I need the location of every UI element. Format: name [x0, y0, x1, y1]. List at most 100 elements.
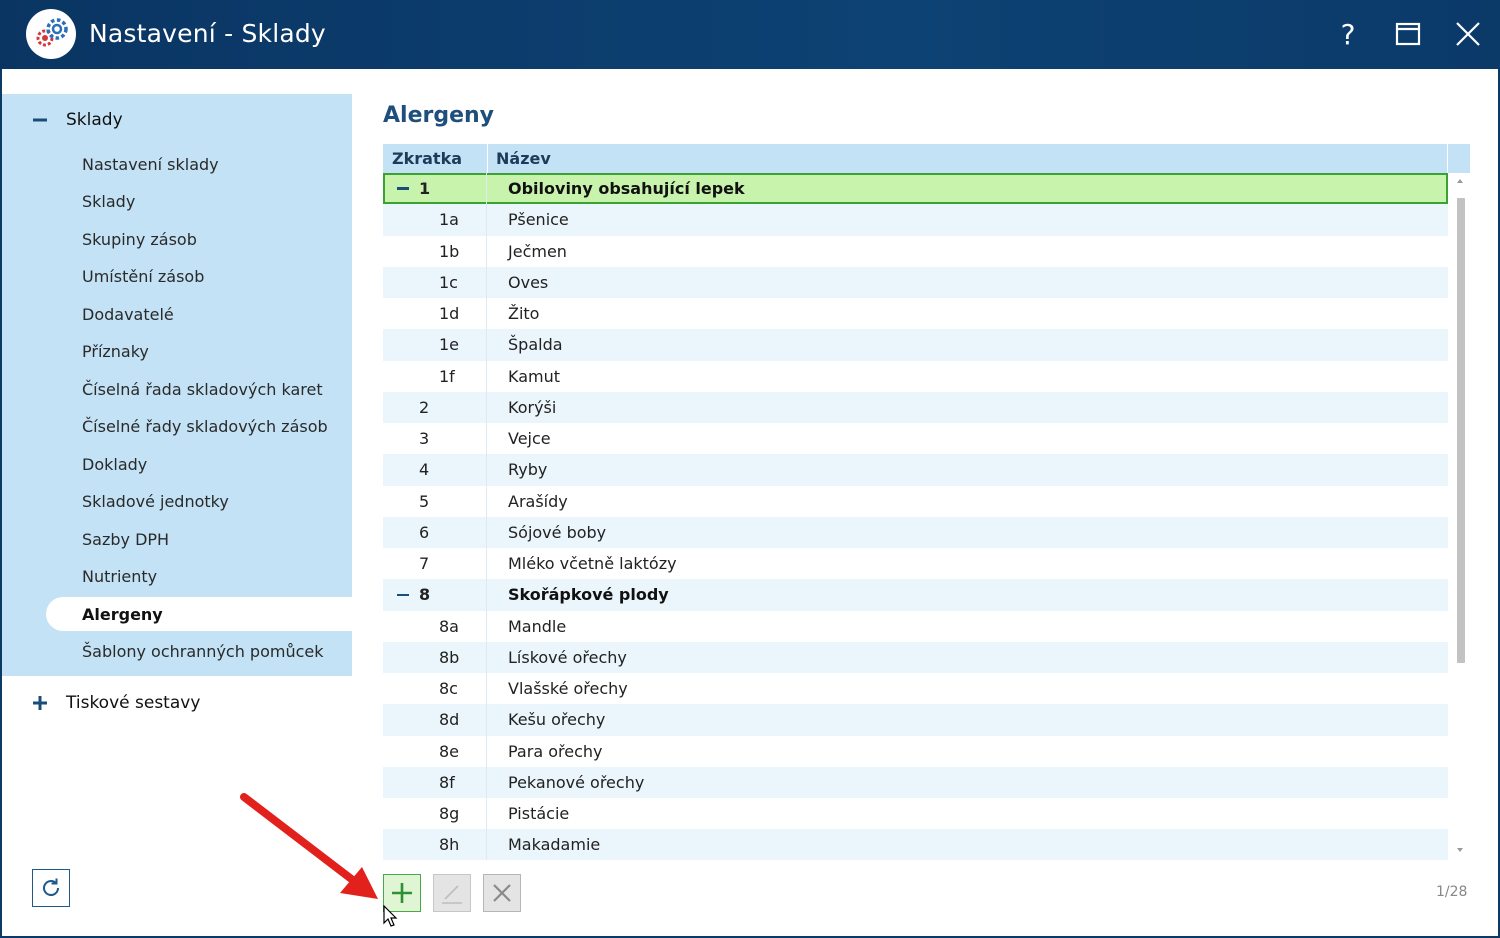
sidebar-item-sklady[interactable]: Sklady: [46, 185, 352, 219]
cell-code: 1: [383, 173, 487, 205]
record-counter: 1/28: [1436, 884, 1468, 900]
table-row[interactable]: 8a Mandle: [383, 610, 1448, 642]
sidebar-item-doklady[interactable]: Doklady: [46, 447, 352, 481]
cell-code-text: 1f: [439, 366, 455, 386]
cell-name: Lískové ořechy: [508, 647, 627, 667]
sidebar-item-nastaveni-sklady[interactable]: Nastavení sklady: [46, 147, 352, 181]
tree-node-sklady[interactable]: Sklady: [2, 100, 352, 140]
column-header-code[interactable]: Zkratka: [392, 144, 487, 173]
cell-code-text: 8c: [439, 679, 458, 699]
cell-code-text: 1a: [439, 210, 459, 230]
cell-code-text: 1: [419, 179, 431, 199]
cell-code: 8c: [383, 673, 487, 705]
cell-name: Mandle: [508, 616, 567, 636]
table-row[interactable]: 6 Sójové boby: [383, 516, 1448, 548]
cell-code-text: 8: [419, 585, 431, 605]
cell-code-text: 8b: [439, 647, 460, 667]
x-icon: [493, 884, 511, 902]
table-row[interactable]: 8 Skořápkové plody: [383, 579, 1448, 611]
close-button[interactable]: [1450, 16, 1486, 52]
cell-name: Žito: [508, 304, 540, 324]
table-row[interactable]: 1f Kamut: [383, 360, 1448, 392]
refresh-button[interactable]: [32, 869, 70, 907]
table-row[interactable]: 8b Lískové ořechy: [383, 641, 1448, 673]
table-row[interactable]: 8h Makadamie: [383, 829, 1448, 860]
vertical-scrollbar[interactable]: [1451, 173, 1470, 860]
table-row[interactable]: 8f Pekanové ořechy: [383, 766, 1448, 798]
collapse-icon[interactable]: [397, 187, 409, 190]
table-row[interactable]: 8g Pistácie: [383, 798, 1448, 830]
collapse-icon[interactable]: [30, 110, 50, 130]
sidebar-item-nutrienty[interactable]: Nutrienty: [46, 560, 352, 594]
cell-code: 1c: [383, 266, 487, 298]
table-row[interactable]: 3 Vejce: [383, 423, 1448, 455]
table-row[interactable]: 1b Ječmen: [383, 235, 1448, 267]
cell-code-text: 1b: [439, 241, 460, 261]
cell-name: Špalda: [508, 335, 563, 355]
cell-name: Ječmen: [508, 241, 567, 261]
tree-node-label: Tiskové sestavy: [66, 693, 201, 713]
column-header-name[interactable]: Název: [496, 144, 551, 173]
table-row[interactable]: 8e Para ořechy: [383, 735, 1448, 767]
table-row[interactable]: 1c Oves: [383, 266, 1448, 298]
sidebar-item-sablony-pomucek[interactable]: Šablony ochranných pomůcek: [46, 635, 352, 669]
table-row[interactable]: 1d Žito: [383, 298, 1448, 330]
table-row[interactable]: 2 Korýši: [383, 391, 1448, 423]
cell-name: Mléko včetně laktózy: [508, 554, 677, 574]
cell-code-text: 8d: [439, 710, 460, 730]
cell-name: Sójové boby: [508, 522, 607, 542]
cell-code-text: 5: [419, 491, 430, 511]
tree-node-label: Sklady: [66, 110, 123, 130]
sidebar-item-dodavatele[interactable]: Dodavatelé: [46, 297, 352, 331]
help-button[interactable]: ?: [1330, 16, 1366, 52]
cell-name: Pšenice: [508, 210, 569, 230]
delete-button[interactable]: [483, 874, 521, 912]
cell-name: Vlašské ořechy: [508, 679, 628, 699]
cell-name: Korýši: [508, 397, 557, 417]
cell-name: Kešu ořechy: [508, 710, 606, 730]
sidebar-item-priznaky[interactable]: Příznaky: [46, 335, 352, 369]
cell-code: 1b: [383, 235, 487, 267]
grid-rows: 1 Obiloviny obsahující lepek 1a Pšenice 1b Je…: [383, 173, 1448, 860]
table-row[interactable]: 5 Arašídy: [383, 485, 1448, 517]
table-row[interactable]: 1 Obiloviny obsahující lepek: [383, 173, 1448, 205]
table-row[interactable]: 1e Špalda: [383, 329, 1448, 361]
cell-code: 7: [383, 548, 487, 580]
sidebar-item-skladove-jednotky[interactable]: Skladové jednotky: [46, 485, 352, 519]
scroll-down-icon[interactable]: [1457, 848, 1463, 852]
scroll-up-icon[interactable]: [1457, 179, 1463, 183]
cell-name: Kamut: [508, 366, 561, 386]
cell-name: Pekanové ořechy: [508, 772, 645, 792]
edit-button[interactable]: [433, 874, 471, 912]
expand-icon[interactable]: [30, 693, 50, 713]
cell-code-text: 8a: [439, 616, 459, 636]
table-row[interactable]: 4 Ryby: [383, 454, 1448, 486]
maximize-button[interactable]: [1390, 16, 1426, 52]
cell-name: Ryby: [508, 460, 548, 480]
sidebar-item-alergeny[interactable]: Alergeny: [46, 597, 352, 631]
sidebar-item-ciselna-rada-karet[interactable]: Číselná řada skladových karet: [46, 372, 352, 406]
settings-window: Sklady Nastavení sklady Sklady Skupiny z…: [2, 69, 1498, 936]
pencil-icon: [442, 885, 462, 904]
cell-code: 8e: [383, 735, 487, 767]
collapse-icon[interactable]: [397, 593, 409, 597]
cell-code: 6: [383, 516, 487, 548]
sidebar-item-umisteni-zasob[interactable]: Umístění zásob: [46, 260, 352, 294]
cell-code-text: 1e: [439, 335, 460, 355]
gears-icon: [26, 9, 76, 59]
cell-code-text: 1d: [439, 304, 460, 324]
table-row[interactable]: 8d Kešu ořechy: [383, 704, 1448, 736]
sidebar-item-ciselne-rady-zasob[interactable]: Číselné řady skladových zásob: [46, 410, 352, 444]
sidebar-item-skupiny-zasob[interactable]: Skupiny zásob: [46, 222, 352, 256]
table-row[interactable]: 7 Mléko včetně laktózy: [383, 548, 1448, 580]
cell-code: 5: [383, 485, 487, 517]
cell-code-text: 8f: [439, 772, 455, 792]
cell-name: Makadamie: [508, 835, 601, 855]
tree-node-tiskove-sestavy[interactable]: Tiskové sestavy: [2, 683, 352, 723]
table-row[interactable]: 8c Vlašské ořechy: [383, 673, 1448, 705]
cell-code-text: 2: [419, 397, 430, 417]
scroll-thumb[interactable]: [1457, 198, 1465, 663]
cell-code: 8b: [383, 641, 487, 673]
sidebar-item-sazby-dph[interactable]: Sazby DPH: [46, 522, 352, 556]
table-row[interactable]: 1a Pšenice: [383, 204, 1448, 236]
